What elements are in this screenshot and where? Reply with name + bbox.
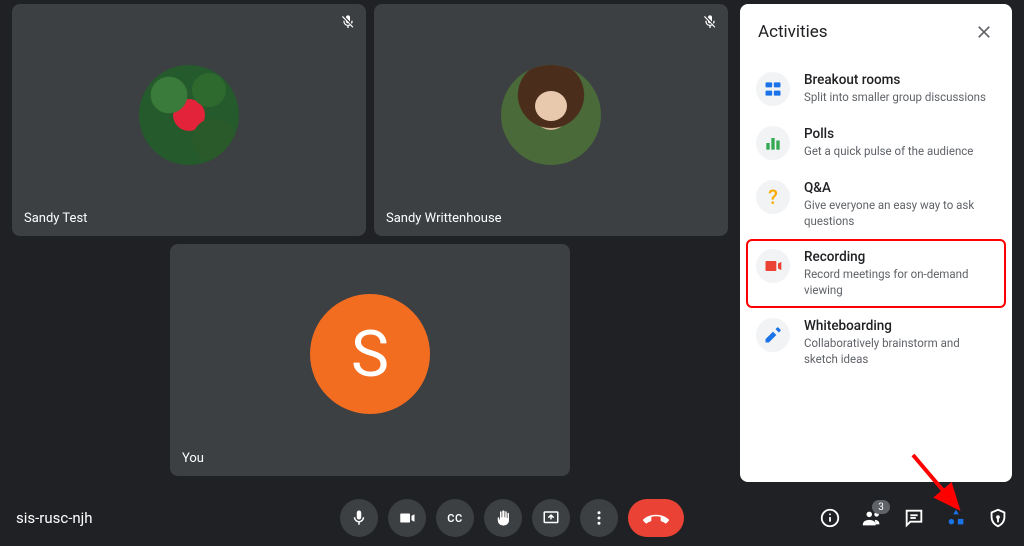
video-grid: Sandy Test Sandy Writtenhouse S You <box>12 4 732 484</box>
activity-qa[interactable]: ? Q&A Give everyone an easy way to ask q… <box>746 170 1006 239</box>
activity-subtitle: Record meetings for on-demand viewing <box>804 267 996 298</box>
end-call-button[interactable] <box>628 499 684 537</box>
chat-button[interactable] <box>902 506 926 530</box>
host-controls-button[interactable] <box>986 506 1010 530</box>
self-tile[interactable]: S You <box>170 244 570 476</box>
center-controls: CC <box>340 499 684 537</box>
activity-title: Polls <box>804 126 973 142</box>
raise-hand-button[interactable] <box>484 499 522 537</box>
activity-subtitle: Give everyone an easy way to ask questio… <box>804 198 996 229</box>
panel-title: Activities <box>758 22 828 42</box>
activity-whiteboarding[interactable]: Whiteboarding Collaboratively brainstorm… <box>746 308 1006 377</box>
hand-icon <box>494 509 512 527</box>
activity-polls[interactable]: Polls Get a quick pulse of the audience <box>746 116 1006 170</box>
more-options-button[interactable] <box>580 499 618 537</box>
camera-button[interactable] <box>388 499 426 537</box>
chat-icon <box>903 507 925 529</box>
present-button[interactable] <box>532 499 570 537</box>
meeting-code: sis-rusc-njh <box>16 509 93 527</box>
bottom-bar: sis-rusc-njh CC 3 <box>0 490 1024 546</box>
close-button[interactable] <box>972 20 996 44</box>
meeting-details-button[interactable] <box>818 506 842 530</box>
recording-icon <box>756 249 790 283</box>
more-vertical-icon <box>590 509 608 527</box>
whiteboarding-icon <box>756 318 790 352</box>
activity-subtitle: Collaboratively brainstorm and sketch id… <box>804 336 996 367</box>
qa-icon: ? <box>756 180 790 214</box>
participant-name: Sandy Writtenhouse <box>386 211 502 226</box>
mic-muted-icon <box>338 12 358 32</box>
activity-breakout-rooms[interactable]: Breakout rooms Split into smaller group … <box>746 62 1006 116</box>
participant-tile-1[interactable]: Sandy Test <box>12 4 366 236</box>
mic-button[interactable] <box>340 499 378 537</box>
activity-subtitle: Get a quick pulse of the audience <box>804 144 973 160</box>
activity-title: Whiteboarding <box>804 318 996 334</box>
activities-button[interactable] <box>944 506 968 530</box>
activity-title: Q&A <box>804 180 996 196</box>
people-count-badge: 3 <box>872 500 890 514</box>
activity-recording[interactable]: Recording Record meetings for on-demand … <box>746 239 1006 308</box>
breakout-rooms-icon <box>756 72 790 106</box>
self-avatar: S <box>310 294 430 414</box>
avatar <box>501 65 601 165</box>
present-icon <box>542 509 560 527</box>
polls-icon <box>756 126 790 160</box>
close-icon <box>974 22 994 42</box>
people-button[interactable]: 3 <box>860 506 884 530</box>
right-controls: 3 <box>818 506 1010 530</box>
shield-icon <box>987 507 1009 529</box>
avatar-initial: S <box>351 317 389 392</box>
camera-icon <box>398 509 416 527</box>
activities-panel: Activities Breakout rooms Split into sma… <box>740 4 1012 482</box>
activity-title: Recording <box>804 249 996 265</box>
mic-icon <box>350 509 368 527</box>
activity-subtitle: Split into smaller group discussions <box>804 90 986 106</box>
participant-tile-2[interactable]: Sandy Writtenhouse <box>374 4 728 236</box>
end-call-icon <box>643 505 669 531</box>
activities-icon <box>945 507 967 529</box>
captions-button[interactable]: CC <box>436 499 474 537</box>
activities-list: Breakout rooms Split into smaller group … <box>740 54 1012 385</box>
avatar <box>139 65 239 165</box>
cc-icon: CC <box>447 512 462 525</box>
mic-muted-icon <box>700 12 720 32</box>
activity-title: Breakout rooms <box>804 72 986 88</box>
participant-name: You <box>182 451 204 466</box>
participant-name: Sandy Test <box>24 211 87 226</box>
info-icon <box>819 507 841 529</box>
